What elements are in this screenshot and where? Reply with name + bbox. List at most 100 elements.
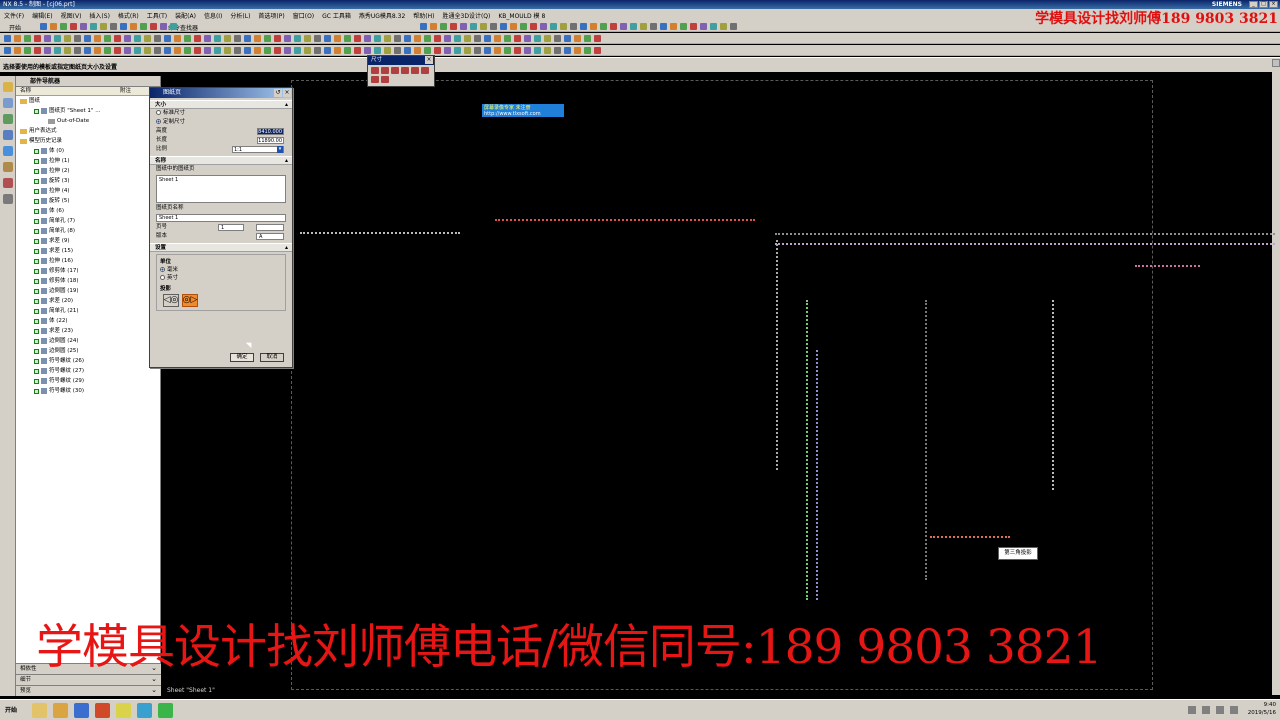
menu-item[interactable]: 插入(S) [89,11,110,20]
column-name-header[interactable]: 名称 [16,87,116,95]
menu-item[interactable]: 燕秀UG模具8.32 [359,11,405,20]
toolbar-tool-icon[interactable] [24,47,31,54]
units-inch-option[interactable]: 英寸 [160,273,282,281]
toolbar-tool-icon[interactable] [414,47,421,54]
toolbar-tool-icon[interactable] [444,35,451,42]
toolbar-tool-icon[interactable] [154,35,161,42]
horizontal-dimension-icon[interactable] [381,67,389,74]
checkbox-icon[interactable] [34,228,39,234]
system-materials-icon[interactable] [2,178,13,188]
toolbar-tool-icon[interactable] [474,47,481,54]
tree-node[interactable]: 修剪体 (18) [16,276,160,286]
sheet-name-input[interactable]: Sheet 1 [156,214,286,222]
size-section-header[interactable]: 大小 [150,100,292,109]
toolbar-tool-icon[interactable] [494,35,501,42]
wechat-icon[interactable] [158,703,173,718]
file-explorer-icon[interactable] [32,703,47,718]
toolbar-tool-icon[interactable] [124,47,131,54]
toolbar-tool-icon[interactable] [640,23,647,30]
name-section-header[interactable]: 名称 [150,156,292,165]
checkbox-icon[interactable] [34,238,39,244]
toolbar-tool-icon[interactable] [94,35,101,42]
toolbar-tool-icon[interactable] [134,35,141,42]
toolbar-tool-icon[interactable] [324,47,331,54]
tree-node[interactable]: 图纸页 "Sheet 1" ... [16,106,160,116]
toolbar-tool-icon[interactable] [144,35,151,42]
toolbar-tool-icon[interactable] [524,35,531,42]
toolbar-tool-icon[interactable] [480,23,487,30]
toolbar-tool-icon[interactable] [244,47,251,54]
toolbar-tool-icon[interactable] [4,47,11,54]
checkbox-icon[interactable] [34,348,39,354]
tree-node[interactable]: 修剪体 (17) [16,266,160,276]
toolbar-tool-icon[interactable] [484,35,491,42]
toolbar-tool-icon[interactable] [34,47,41,54]
checkbox-icon[interactable] [34,318,39,324]
length-field[interactable]: 11890.00 [257,137,284,144]
history-icon[interactable] [2,162,13,172]
reset-icon[interactable]: ↺ [274,89,282,97]
menu-item[interactable]: 帮助(H) [413,11,434,20]
toolbar-tool-icon[interactable] [650,23,657,30]
toolbar-tool-icon[interactable] [464,47,471,54]
toolbar-tool-icon[interactable] [344,47,351,54]
toolbar-tool-icon[interactable] [150,23,157,30]
checkbox-icon[interactable] [34,278,39,284]
assembly-navigator-icon[interactable] [2,82,13,92]
minimize-button[interactable]: _ [1249,1,1258,8]
tree-node[interactable]: 符号螺纹 (27) [16,366,160,376]
radio-icon[interactable] [156,119,161,124]
toolbar-tool-icon[interactable] [284,47,291,54]
toolbar-tool-icon[interactable] [594,35,601,42]
toolbar-tool-icon[interactable] [434,47,441,54]
toolbar-tool-icon[interactable] [514,35,521,42]
tree-node[interactable]: 边倒圆 (24) [16,336,160,346]
toolbar-tool-icon[interactable] [534,35,541,42]
toolbar-tool-icon[interactable] [94,47,101,54]
toolbar-tool-icon[interactable] [104,47,111,54]
toolbar-tool-icon[interactable] [354,47,361,54]
tree-node[interactable]: 简单孔 (7) [16,216,160,226]
toolbar-tool-icon[interactable] [224,47,231,54]
toolbar-tool-icon[interactable] [184,35,191,42]
menu-item[interactable]: 分析(L) [230,11,250,20]
toolbar-tool-icon[interactable] [4,35,11,42]
checkbox-icon[interactable] [34,248,39,254]
close-icon[interactable]: × [283,89,291,97]
toolbar-tool-icon[interactable] [274,35,281,42]
toolbar-tool-icon[interactable] [584,47,591,54]
nx-app-icon[interactable] [137,703,152,718]
volume-icon[interactable] [1202,706,1210,714]
toolbar-tool-icon[interactable] [64,35,71,42]
third-angle-projection-icon[interactable]: ◎▷ [182,294,198,307]
close-icon[interactable]: × [425,56,433,64]
toolbar-tool-icon[interactable] [500,23,507,30]
toolbar-tool-icon[interactable] [130,23,137,30]
toolbar-tool-icon[interactable] [470,23,477,30]
toolbar-tool-icon[interactable] [50,23,57,30]
standard-size-option[interactable]: 标准尺寸 [150,109,292,118]
tree-node[interactable]: 简单孔 (8) [16,226,160,236]
toolbar-tool-icon[interactable] [60,23,67,30]
toolbar-tool-icon[interactable] [264,35,271,42]
toolbar-tool-icon[interactable] [80,23,87,30]
toolbar-tool-icon[interactable] [394,47,401,54]
toolbar-tool-icon[interactable] [294,35,301,42]
height-field[interactable]: 8410.000 [257,128,284,135]
scale-select[interactable]: 1:1 [232,146,284,153]
tree-node[interactable]: 简单孔 (21) [16,306,160,316]
toolbar-tool-icon[interactable] [584,35,591,42]
toolbar-tool-icon[interactable] [234,47,241,54]
tree-node[interactable]: 旋转 (3) [16,176,160,186]
toolbar-tool-icon[interactable] [554,47,561,54]
toolbar-tool-icon[interactable] [204,47,211,54]
toolbar-tool-icon[interactable] [74,35,81,42]
toolbar-tool-icon[interactable] [54,47,61,54]
radio-icon[interactable] [160,275,165,280]
toolbar-tool-icon[interactable] [600,23,607,30]
toolbar-tool-icon[interactable] [404,47,411,54]
tree-node[interactable]: 拉伸 (2) [16,166,160,176]
toolbar-tool-icon[interactable] [14,35,21,42]
revision-field[interactable]: A [256,233,284,240]
toolbar-tool-icon[interactable] [544,47,551,54]
